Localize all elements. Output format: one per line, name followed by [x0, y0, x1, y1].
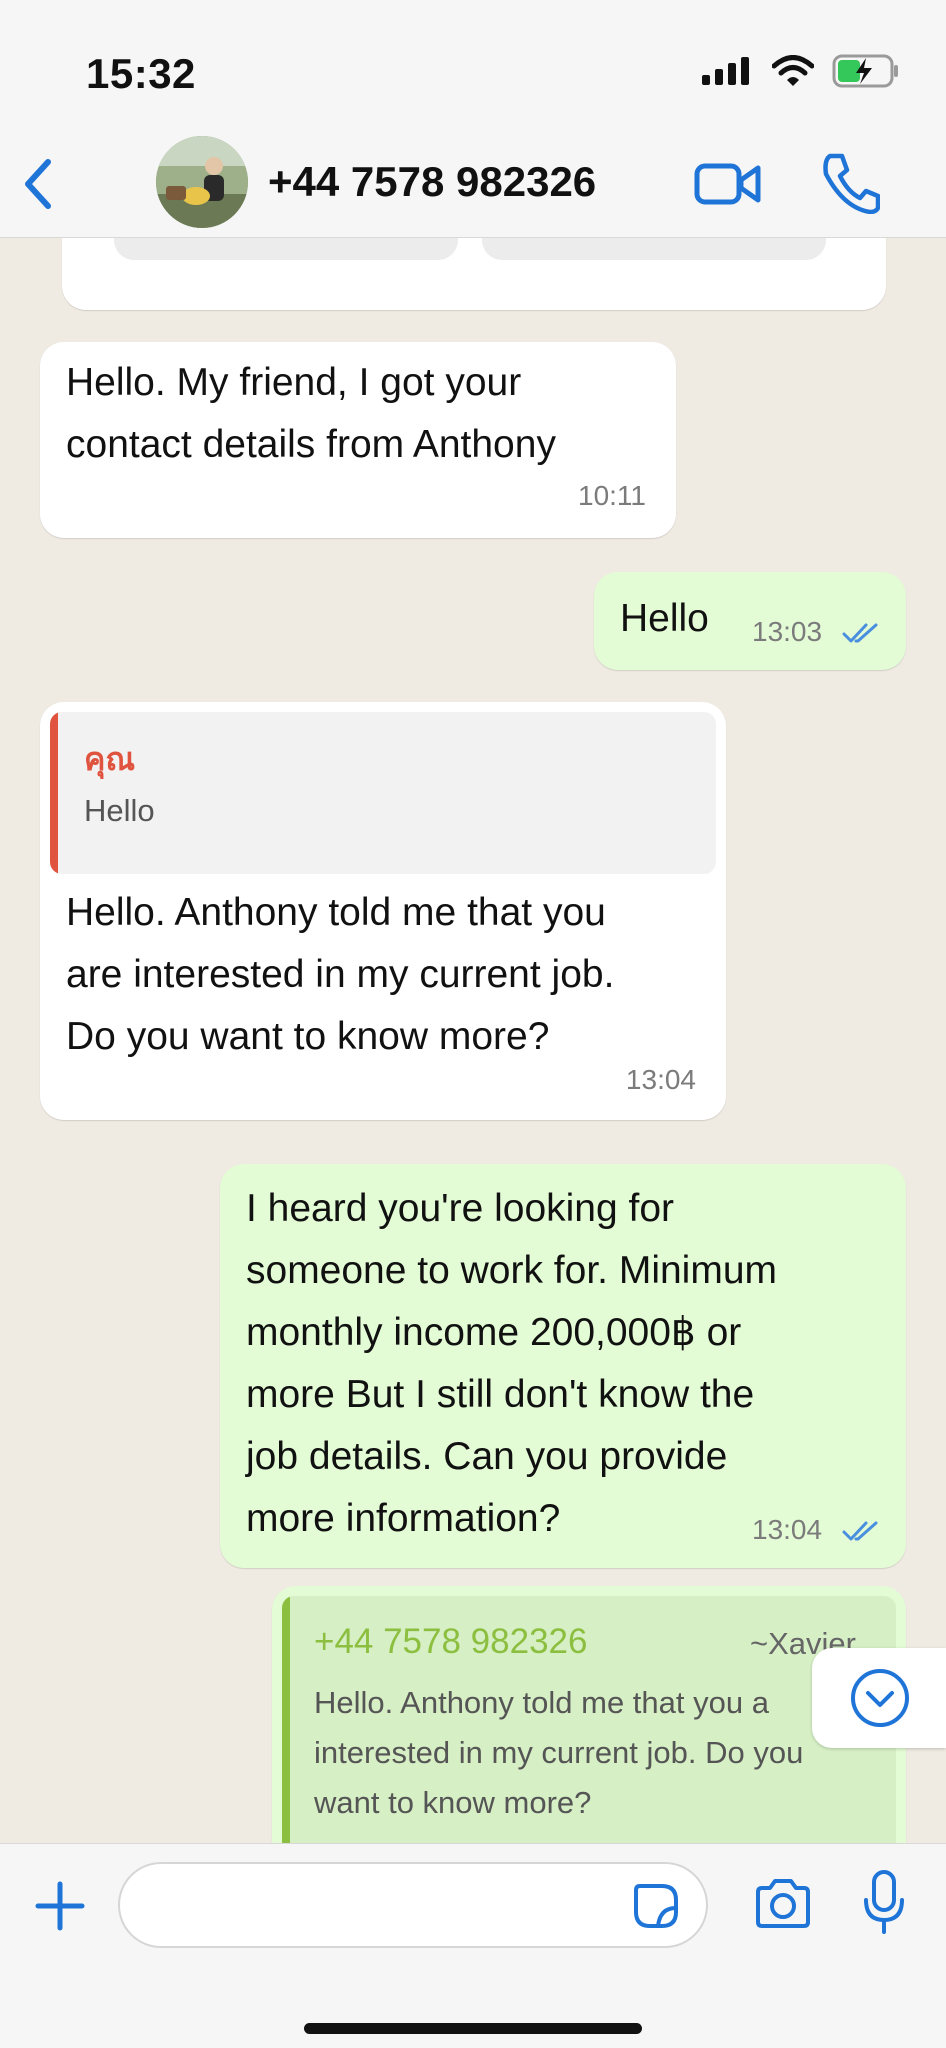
message-text: Hello: [620, 597, 709, 640]
quoted-message[interactable]: +44 7578 982326 ~Xavier Hello. Anthony t…: [282, 1596, 896, 1843]
status-time: 15:32: [86, 50, 196, 97]
quote-sender: คุณ: [84, 741, 136, 777]
phone-icon[interactable]: [820, 150, 880, 214]
quote-text: Hello. Anthony told me that you a intere…: [314, 1685, 804, 1820]
sticker-icon[interactable]: [632, 1882, 680, 1930]
composer-bar: [0, 1843, 946, 2048]
quote-bar: [282, 1596, 290, 1843]
avatar[interactable]: [156, 136, 248, 228]
video-call-icon[interactable]: [694, 154, 762, 214]
message-time: 10:11: [578, 480, 646, 511]
message-outgoing-reply[interactable]: +44 7578 982326 ~Xavier Hello. Anthony t…: [272, 1586, 906, 1843]
status-icons: [702, 54, 900, 88]
chat-header: +44 7578 982326: [0, 130, 946, 238]
read-ticks-icon: [842, 623, 878, 643]
contact-name[interactable]: +44 7578 982326: [268, 158, 596, 206]
message-text: I heard you're looking for someone to wo…: [246, 1187, 778, 1540]
message-text: Hello. Anthony told me that you are inte…: [66, 891, 615, 1058]
message-incoming[interactable]: Hello. My friend, I got your contact det…: [40, 342, 676, 538]
status-bar: 15:32: [0, 0, 946, 130]
message-incoming-reply[interactable]: คุณ Hello Hello. Anthony told me that yo…: [40, 702, 726, 1120]
quote-sender: +44 7578 982326: [314, 1622, 588, 1661]
home-indicator: [304, 2023, 642, 2034]
chevron-down-icon: [851, 1669, 909, 1727]
partial-card-button[interactable]: [114, 238, 458, 260]
partial-card-button[interactable]: [482, 238, 826, 260]
quote-bar: [50, 712, 58, 874]
quote-text: Hello: [84, 793, 155, 828]
signal-icon: [702, 57, 749, 85]
message-input[interactable]: [118, 1862, 708, 1948]
back-chevron-icon[interactable]: [18, 154, 58, 214]
read-ticks-icon: [842, 1521, 878, 1541]
chat-area[interactable]: Hello. My friend, I got your contact det…: [0, 238, 946, 1843]
partial-card: [62, 238, 886, 310]
message-outgoing[interactable]: I heard you're looking for someone to wo…: [220, 1164, 906, 1568]
message-text: Hello. My friend, I got your contact det…: [66, 361, 556, 466]
message-outgoing[interactable]: Hello 13:03: [594, 572, 906, 670]
message-time: 13:04: [752, 1514, 823, 1545]
quoted-message[interactable]: คุณ Hello: [50, 712, 716, 874]
camera-icon[interactable]: [754, 1878, 812, 1930]
microphone-icon[interactable]: [862, 1870, 906, 1936]
wifi-icon: [772, 55, 814, 86]
message-time: 13:03: [752, 616, 823, 647]
battery-charging-icon: [832, 54, 898, 88]
scroll-to-bottom-button[interactable]: [812, 1648, 946, 1748]
plus-icon[interactable]: [34, 1880, 86, 1932]
message-time: 13:04: [625, 1064, 696, 1095]
